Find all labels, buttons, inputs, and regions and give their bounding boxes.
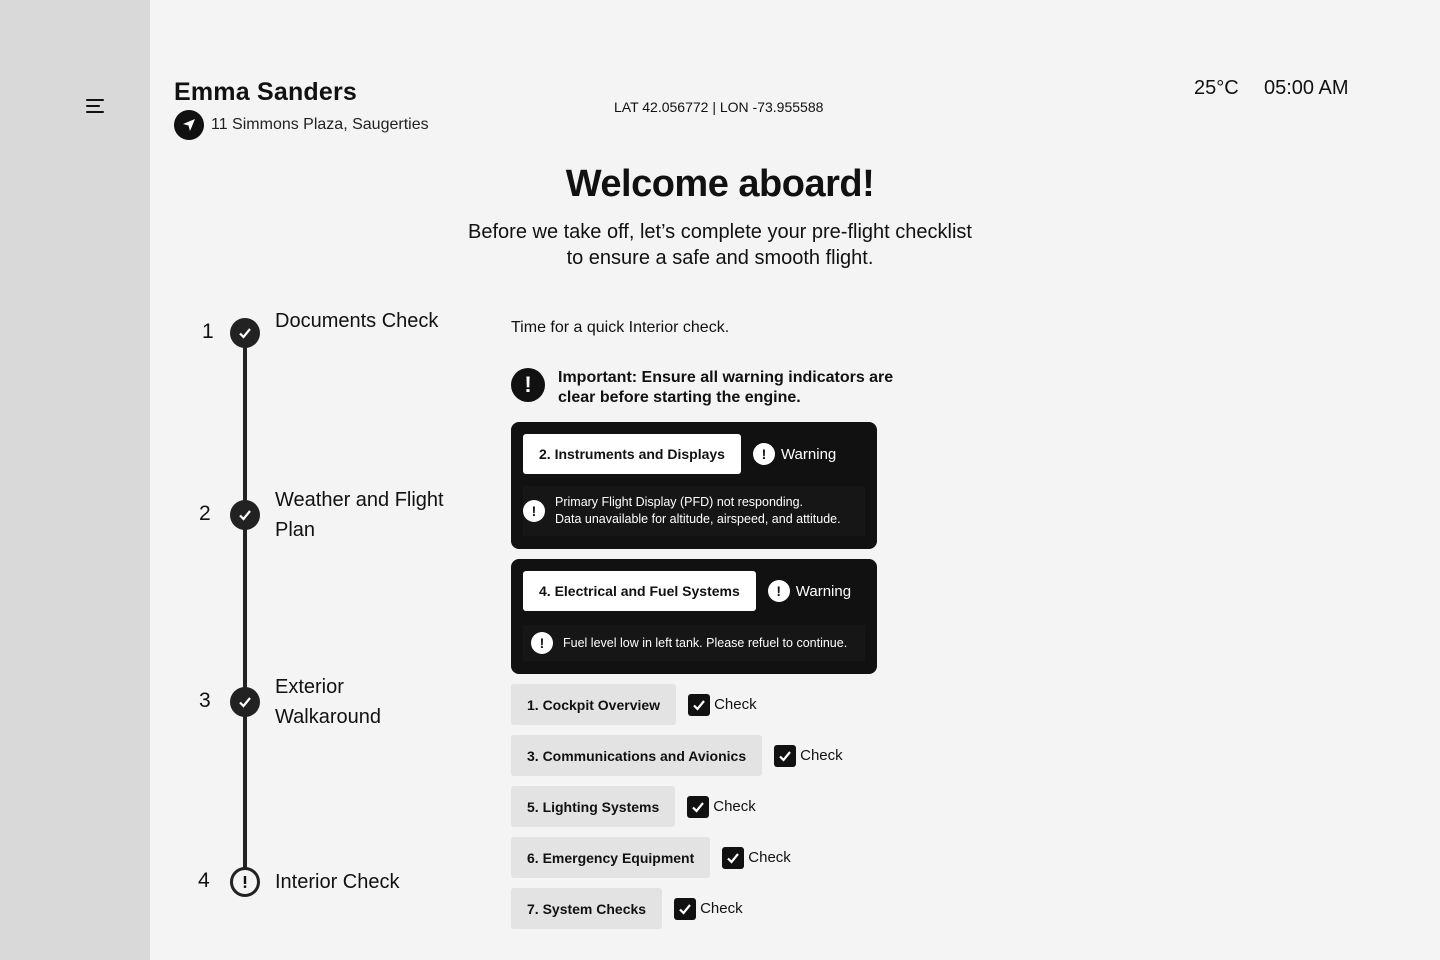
stepper-line <box>243 333 247 881</box>
section-intro: Time for a quick Interior check. <box>511 319 730 336</box>
page-subtitle: Before we take off, let’s complete your … <box>420 219 1020 271</box>
step-label-interior[interactable]: Interior Check <box>275 867 445 897</box>
subtitle-line-2: to ensure a safe and smooth flight. <box>566 247 874 269</box>
check-row: 3. Communications and Avionics Check <box>511 735 843 776</box>
check-circle-icon <box>230 500 260 530</box>
check-row: 7. System Checks Check <box>511 888 743 929</box>
checklist-item-button[interactable]: 6. Emergency Equipment <box>511 837 711 878</box>
exclamation-icon: ! <box>511 368 545 402</box>
coordinates: LAT 42.056772 | LON -73.955588 <box>614 99 824 115</box>
step-number: 3 <box>199 689 211 712</box>
menu-icon[interactable] <box>86 98 106 116</box>
warning-status-label: Warning <box>780 445 837 463</box>
user-name: Emma Sanders <box>174 78 358 106</box>
warning-icon: ! <box>752 443 775 465</box>
check-status-label: Check <box>700 900 743 917</box>
check-status-label: Check <box>713 798 756 815</box>
check-status-label: Check <box>748 849 791 866</box>
warning-message-line-1: Primary Flight Display (PFD) not respond… <box>555 495 803 509</box>
checkbox-checked-icon[interactable] <box>688 693 711 716</box>
check-circle-icon <box>230 687 260 717</box>
important-notice: ! Important: Ensure all warning indicato… <box>511 368 898 408</box>
check-circle-icon <box>230 318 260 348</box>
warning-status: ! Warning <box>752 443 837 465</box>
temperature: 25°C <box>1194 77 1239 99</box>
location-row: 11 Simmons Plaza, Saugerties <box>174 110 429 140</box>
warning-card: 4. Electrical and Fuel Systems ! Warning… <box>511 559 877 674</box>
check-status-label: Check <box>714 696 757 713</box>
important-text: Important: Ensure all warning indicators… <box>558 369 894 406</box>
check-row: 5. Lighting Systems Check <box>511 786 756 827</box>
sidebar <box>0 0 150 960</box>
check-row: 1. Cockpit Overview Check <box>511 684 757 725</box>
warning-message-line-2: Data unavailable for altitude, airspeed,… <box>555 512 841 526</box>
warning-item-button[interactable]: 2. Instruments and Displays <box>523 434 741 474</box>
check-row: 6. Emergency Equipment Check <box>511 837 791 878</box>
subtitle-line-1: Before we take off, let’s complete your … <box>468 221 972 243</box>
checkbox-checked-icon[interactable] <box>674 897 697 920</box>
warning-card: 2. Instruments and Displays ! Warning ! … <box>511 422 877 549</box>
warning-message-line-1: Fuel level low in left tank. Please refu… <box>563 635 848 650</box>
step-label-exterior[interactable]: Exterior Walkaround <box>275 672 445 732</box>
step-number: 4 <box>198 869 210 892</box>
warning-item-button[interactable]: 4. Electrical and Fuel Systems <box>523 571 756 611</box>
location-text: 11 Simmons Plaza, Saugerties <box>211 116 429 133</box>
step-label-weather[interactable]: Weather and Flight Plan <box>275 485 445 545</box>
warning-message: ! Primary Flight Display (PFD) not respo… <box>523 486 865 536</box>
warning-status-label: Warning <box>795 582 852 600</box>
warning-icon: ! <box>767 580 790 602</box>
check-status-label: Check <box>800 747 843 764</box>
step-number: 1 <box>202 320 214 343</box>
checkbox-checked-icon[interactable] <box>687 795 710 818</box>
navigation-arrow-icon <box>174 110 204 140</box>
step-label-documents[interactable]: Documents Check <box>275 306 445 336</box>
step-number: 2 <box>199 502 211 525</box>
clock-time: 05:00 AM <box>1264 77 1349 99</box>
alert-circle-icon <box>230 867 260 897</box>
checklist-item-button[interactable]: 3. Communications and Avionics <box>511 735 763 776</box>
checkbox-checked-icon[interactable] <box>774 744 797 767</box>
warning-icon: ! <box>531 632 553 654</box>
checklist-item-button[interactable]: 1. Cockpit Overview <box>511 684 677 725</box>
warning-status: ! Warning <box>767 580 852 602</box>
warning-icon: ! <box>523 500 545 522</box>
page-title: Welcome aboard! <box>565 163 875 205</box>
checklist-item-button[interactable]: 7. System Checks <box>511 888 663 929</box>
checklist-item-button[interactable]: 5. Lighting Systems <box>511 786 676 827</box>
warning-message: ! Fuel level low in left tank. Please re… <box>523 625 865 661</box>
checkbox-checked-icon[interactable] <box>722 846 745 869</box>
